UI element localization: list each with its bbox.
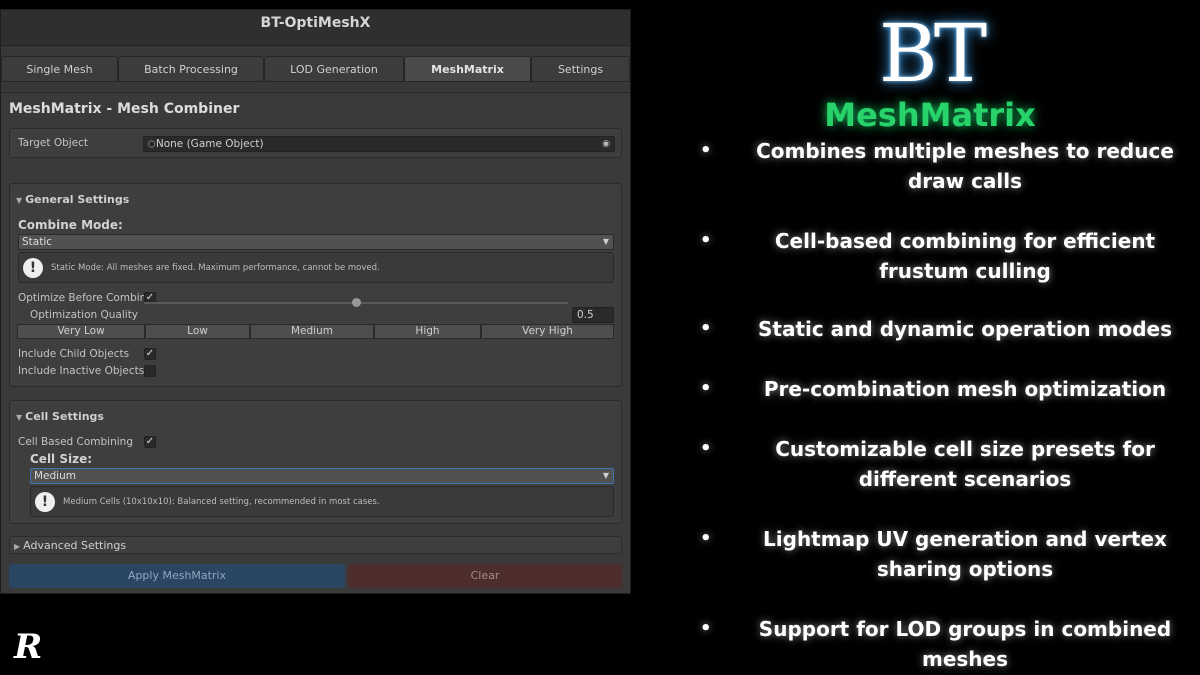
fold-open-icon: ▼ xyxy=(16,196,23,205)
feature-text: Combines multiple meshes to reduce draw … xyxy=(756,139,1174,193)
cell-settings-header: Cell Settings xyxy=(25,410,104,423)
feature-item: • Cell-based combining for efficient fru… xyxy=(700,226,1200,286)
bullet-icon: • xyxy=(700,618,712,639)
tab-lod-generation[interactable]: LOD Generation xyxy=(264,56,404,82)
feature-text: Cell-based combining for efficient frust… xyxy=(774,229,1156,283)
quality-presets: Very Low Low Medium High Very High xyxy=(17,324,614,339)
preset-very-low-button[interactable]: Very Low xyxy=(17,324,145,339)
include-inactive-label: Include Inactive Objects xyxy=(18,365,145,377)
target-object-value: None (Game Object) xyxy=(155,138,264,150)
panel-title: MeshMatrix - Mesh Combiner xyxy=(9,101,240,117)
apply-meshmatrix-button[interactable]: Apply MeshMatrix xyxy=(9,564,345,588)
gameobject-icon: ⬡ xyxy=(148,140,156,150)
fold-open-icon: ▼ xyxy=(16,413,23,422)
preset-low-button[interactable]: Low xyxy=(145,324,250,339)
advanced-settings-foldout[interactable]: ▶ Advanced Settings xyxy=(14,539,126,552)
cell-based-label: Cell Based Combining xyxy=(18,436,133,448)
preset-medium-button[interactable]: Medium xyxy=(250,324,374,339)
feature-text: Pre-combination mesh optimization xyxy=(763,377,1167,401)
include-child-label: Include Child Objects xyxy=(18,348,130,360)
feature-item: • Pre-combination mesh optimization xyxy=(700,374,1200,404)
quality-label: Optimization Quality xyxy=(30,309,139,321)
feature-item: • Static and dynamic operation modes xyxy=(700,314,1200,344)
include-child-checkbox[interactable]: ✓ xyxy=(144,348,156,360)
corner-logo: R xyxy=(14,627,43,667)
warning-icon: ! xyxy=(35,492,55,512)
feature-item: • Support for LOD groups in combined mes… xyxy=(700,614,1200,674)
cell-size-label: Cell Size: xyxy=(30,452,93,466)
combine-mode-help-text: Static Mode: All meshes are fixed. Maxim… xyxy=(51,263,380,273)
tab-settings[interactable]: Settings xyxy=(531,56,630,82)
combine-mode-value: Static xyxy=(22,236,53,248)
feature-text: Customizable cell size presets for diffe… xyxy=(775,437,1155,491)
tab-meshmatrix[interactable]: MeshMatrix xyxy=(404,56,531,82)
feature-item: • Combines multiple meshes to reduce dra… xyxy=(700,136,1200,196)
tab-bar: Single Mesh Batch Processing LOD Generat… xyxy=(1,56,630,82)
cell-settings-foldout[interactable]: ▼ Cell Settings xyxy=(16,410,104,423)
feature-item: • Customizable cell size presets for dif… xyxy=(700,434,1200,494)
tab-single-mesh[interactable]: Single Mesh xyxy=(1,56,118,82)
quality-slider-knob[interactable] xyxy=(352,298,361,307)
bullet-icon: • xyxy=(700,438,712,459)
preset-very-high-button[interactable]: Very High xyxy=(481,324,614,339)
dropdown-arrow-icon: ▼ xyxy=(602,237,609,246)
advanced-settings-box: ▶ Advanced Settings xyxy=(9,536,622,554)
feature-item: • Lightmap UV generation and vertex shar… xyxy=(700,524,1200,584)
tab-batch-processing[interactable]: Batch Processing xyxy=(118,56,264,82)
cell-size-value: Medium xyxy=(34,470,76,482)
fold-closed-icon: ▶ xyxy=(14,542,21,551)
general-settings-header: General Settings xyxy=(25,193,130,206)
bt-logo: BT xyxy=(878,7,987,100)
quality-slider[interactable] xyxy=(144,298,568,307)
meshmatrix-panel: MeshMatrix - Mesh Combiner Target Object… xyxy=(1,92,630,593)
preset-high-button[interactable]: High xyxy=(374,324,481,339)
bullet-icon: • xyxy=(700,140,712,161)
target-object-field[interactable]: ⬡None (Game Object) ◉ xyxy=(143,136,615,152)
cell-based-checkbox[interactable]: ✓ xyxy=(144,436,156,448)
optimize-label: Optimize Before Combinin xyxy=(18,292,156,304)
combine-mode-dropdown[interactable]: Static ▼ xyxy=(18,234,614,250)
dropdown-arrow-icon: ▼ xyxy=(602,471,609,480)
bullet-icon: • xyxy=(700,230,712,251)
feature-text: Static and dynamic operation modes xyxy=(757,317,1172,341)
bullet-icon: • xyxy=(700,318,712,339)
cell-size-help-text: Medium Cells (10x10x10): Balanced settin… xyxy=(63,497,380,507)
feature-text: Support for LOD groups in combined meshe… xyxy=(758,617,1172,671)
target-object-label: Target Object xyxy=(18,137,89,149)
advanced-settings-header: Advanced Settings xyxy=(23,539,127,552)
cell-size-dropdown[interactable]: Medium ▼ xyxy=(30,468,614,484)
bullet-icon: • xyxy=(700,528,712,549)
warning-icon: ! xyxy=(23,258,43,278)
brand-title: MeshMatrix xyxy=(824,96,1036,134)
bullet-icon: • xyxy=(700,378,712,399)
cell-settings-box: ▼ Cell Settings Cell Based Combining ✓ Ce… xyxy=(9,400,622,524)
include-inactive-checkbox[interactable] xyxy=(144,365,156,377)
object-picker-icon[interactable]: ◉ xyxy=(602,137,610,151)
target-object-box: Target Object ⬡None (Game Object) ◉ xyxy=(9,128,622,158)
combine-mode-label: Combine Mode: xyxy=(18,218,123,232)
feature-text: Lightmap UV generation and vertex sharin… xyxy=(763,527,1167,581)
clear-button[interactable]: Clear xyxy=(348,564,622,588)
combine-mode-helpbox: ! Static Mode: All meshes are fixed. Max… xyxy=(18,252,614,283)
general-settings-foldout[interactable]: ▼ General Settings xyxy=(16,193,129,206)
cell-size-helpbox: ! Medium Cells (10x10x10): Balanced sett… xyxy=(30,486,614,517)
window-title: BT-OptiMeshX xyxy=(1,10,630,46)
quality-value-field[interactable]: 0.5 xyxy=(572,307,614,323)
